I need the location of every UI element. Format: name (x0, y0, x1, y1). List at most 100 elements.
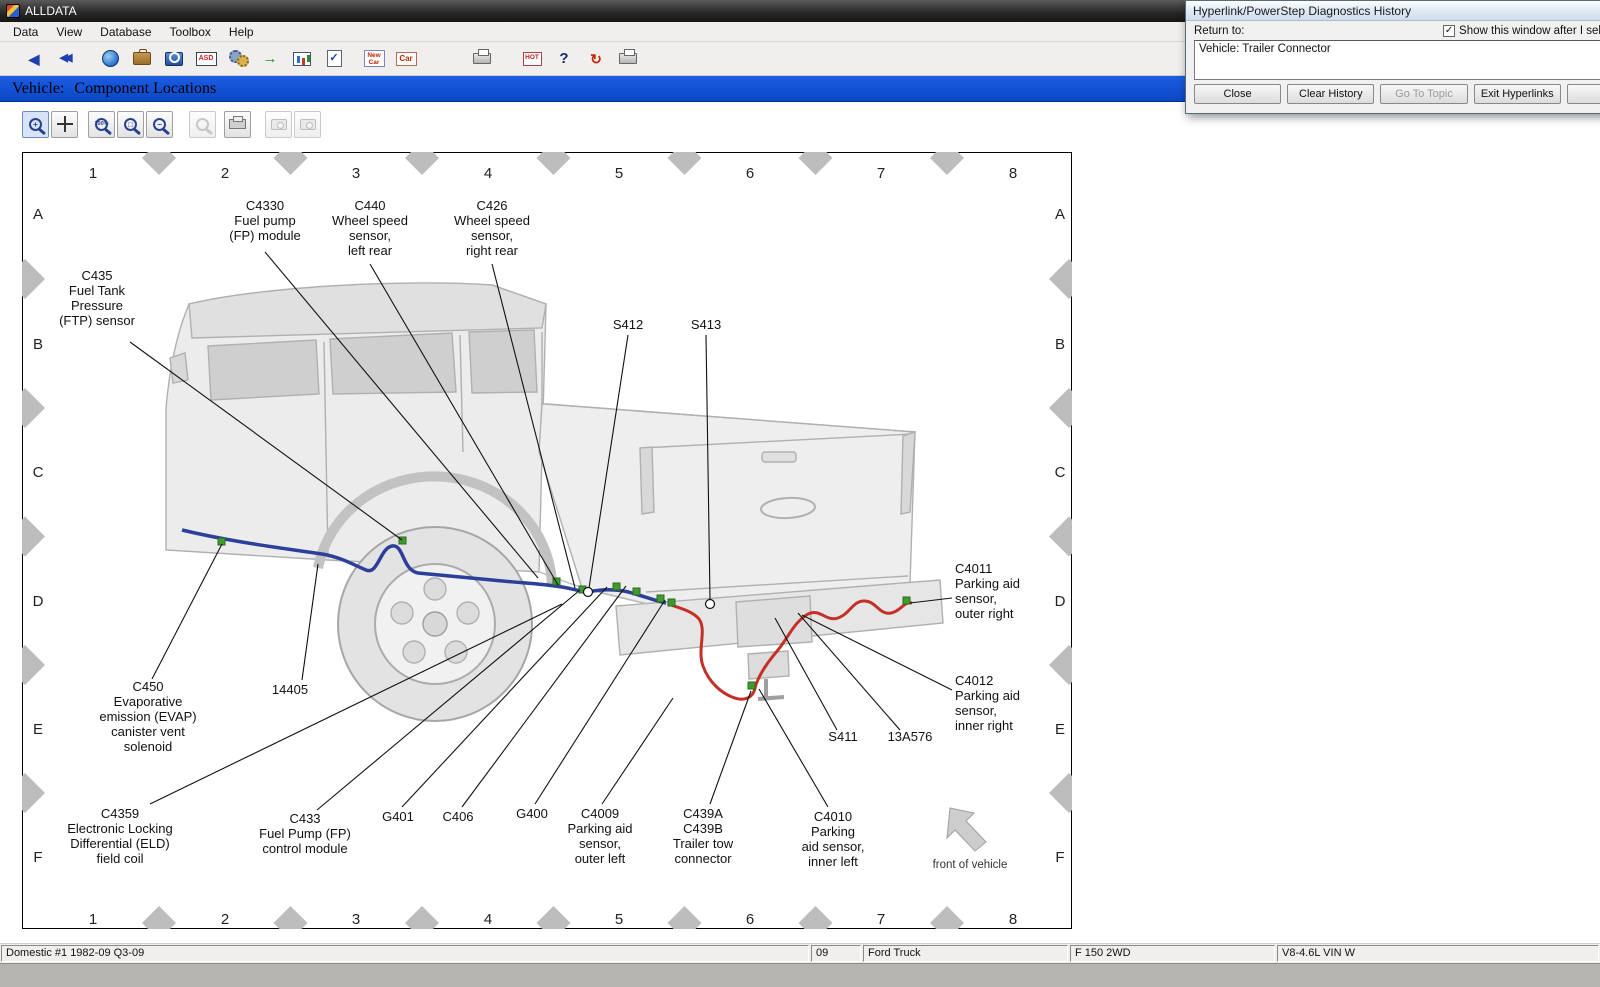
splice-s412 (584, 588, 593, 597)
show-window-checkbox-label: Show this window after I select a hype (1459, 25, 1600, 37)
zoom-out-button[interactable]: − (146, 111, 173, 138)
hyperlink-history-dialog: Hyperlink/PowerStep Diagnostics History … (1185, 0, 1600, 114)
show-window-checkbox[interactable]: ✓ (1443, 25, 1455, 37)
grid-row-D-right: D (1055, 593, 1066, 610)
grid-col-3-top: 3 (352, 165, 360, 182)
search-car-icon (165, 52, 183, 66)
workbench-button[interactable] (126, 44, 158, 73)
grid-col-4-top: 4 (484, 165, 492, 182)
car-arrow-icon: ↻ (590, 52, 602, 66)
grid-row-E-left: E (33, 721, 43, 738)
vehicle-label: Vehicle: (12, 80, 64, 98)
zoom-100-icon: 100% (95, 118, 108, 131)
front-of-vehicle-label: front of vehicle (933, 859, 1008, 871)
reports-button[interactable] (286, 44, 318, 73)
checklist-button[interactable]: ✓ (318, 44, 350, 73)
splice-s413 (706, 600, 715, 609)
status-field-1: 09 (811, 945, 861, 962)
menu-view[interactable]: View (47, 22, 91, 41)
green-arrow-icon: → (263, 51, 278, 66)
car-history-button[interactable]: ↻ (580, 44, 612, 73)
status-bar: Domestic #1 1982-09 Q3-0909Ford TruckF 1… (0, 943, 1600, 963)
grid-row-B-left: B (33, 336, 43, 353)
zoom-out-icon: − (153, 118, 166, 131)
vehicle-search-button[interactable] (158, 44, 190, 73)
component-location-diagram[interactable]: front of vehicle 1122334455667788AABBCCD… (22, 152, 1072, 929)
print-button[interactable] (466, 44, 498, 73)
grid-row-F-right: F (1055, 849, 1064, 866)
callout-n14405[interactable]: 14405 (272, 682, 308, 697)
grid-row-A-left: A (33, 206, 43, 223)
clear-history-button[interactable]: Clear History (1287, 84, 1374, 104)
back-button[interactable]: ◀ (18, 44, 50, 73)
history-button[interactable] (94, 44, 126, 73)
grid-col-1-top: 1 (89, 165, 97, 182)
zoom-window-icon: □ (124, 118, 137, 131)
gears-icon (228, 50, 249, 67)
content-area: +100% □ − (0, 102, 1600, 943)
dialog-title: Hyperlink/PowerStep Diagnostics History (1186, 1, 1600, 21)
zoom-window-button[interactable]: □ (117, 111, 144, 138)
grid-col-2-bottom: 2 (221, 911, 229, 928)
zoom-in-button[interactable]: + (22, 111, 49, 138)
bottom-strip (0, 963, 1600, 987)
asd-button[interactable]: ASD (190, 44, 222, 73)
callout-c406[interactable]: C406 (442, 809, 473, 824)
go-to-topic-button[interactable]: Go To Topic (1380, 84, 1467, 104)
dialog-help-button[interactable]: Help (1567, 84, 1600, 104)
zoom-previous-button[interactable] (189, 111, 216, 138)
zoom-disabled-icon (196, 118, 209, 131)
menu-database[interactable]: Database (91, 22, 160, 41)
printer-icon (229, 119, 246, 129)
car-button[interactable]: Car (390, 44, 422, 73)
status-field-0: Domestic #1 1982-09 Q3-09 (1, 945, 809, 962)
far-back-button[interactable]: ◀◀ (50, 44, 82, 73)
help-button[interactable]: ? (548, 44, 580, 73)
zoom-in-icon: + (29, 118, 42, 131)
grid-col-6-top: 6 (746, 165, 754, 182)
callout-s411[interactable]: S411 (828, 729, 857, 744)
callout-g401[interactable]: G401 (382, 809, 414, 824)
grid-row-D-left: D (33, 593, 44, 610)
back-icon: ◀ (29, 52, 40, 66)
check-doc-icon: ✓ (327, 50, 342, 67)
menu-toolbox[interactable]: Toolbox (161, 22, 220, 41)
callout-n13a576[interactable]: 13A576 (888, 729, 933, 744)
callout-g400[interactable]: G400 (516, 806, 548, 821)
menu-data[interactable]: Data (4, 22, 47, 41)
hot-button[interactable]: HOT (516, 44, 548, 73)
menu-help[interactable]: Help (220, 22, 263, 41)
new-car-button[interactable]: New Car (358, 44, 390, 73)
zoom-100-button[interactable]: 100% (88, 111, 115, 138)
grid-col-4-bottom: 4 (484, 911, 492, 928)
exit-hyperlinks-button[interactable]: Exit Hyperlinks (1474, 84, 1561, 104)
zoom-toolbar: +100% □ − (22, 110, 1600, 138)
grid-row-F-left: F (33, 849, 42, 866)
callout-s412[interactable]: S412 (613, 317, 643, 332)
page-title: Component Locations (74, 80, 216, 98)
callout-s413[interactable]: S413 (691, 317, 721, 332)
history-list-item[interactable]: Vehicle: Trailer Connector (1199, 43, 1600, 55)
car-icon: Car (396, 52, 417, 66)
online-button[interactable]: → (254, 44, 286, 73)
printer-icon (473, 53, 491, 64)
pan-button[interactable] (51, 111, 78, 138)
snapshot-button[interactable] (265, 111, 292, 138)
return-to-label: Return to: (1194, 25, 1245, 37)
app-icon (6, 4, 20, 18)
window-title: ALLDATA (25, 4, 77, 18)
close-button[interactable]: Close (1194, 84, 1281, 104)
alldata-window: ALLDATA DataViewDatabaseToolboxHelp ◀◀◀A… (0, 0, 1600, 987)
fax-button[interactable] (612, 44, 644, 73)
grid-col-2-top: 2 (221, 165, 229, 182)
print-diagram-button[interactable] (224, 111, 251, 138)
history-listbox[interactable]: Vehicle: Trailer Connector (1194, 40, 1600, 80)
status-field-2: Ford Truck (863, 945, 1068, 962)
grid-col-1-bottom: 1 (89, 911, 97, 928)
help-icon: ? (559, 51, 568, 66)
diagnostics-button[interactable] (222, 44, 254, 73)
camera-icon (300, 119, 316, 130)
grid-col-5-top: 5 (615, 165, 623, 182)
hot-icon: HOT (523, 52, 542, 66)
snapshot-compare-button[interactable] (294, 111, 321, 138)
